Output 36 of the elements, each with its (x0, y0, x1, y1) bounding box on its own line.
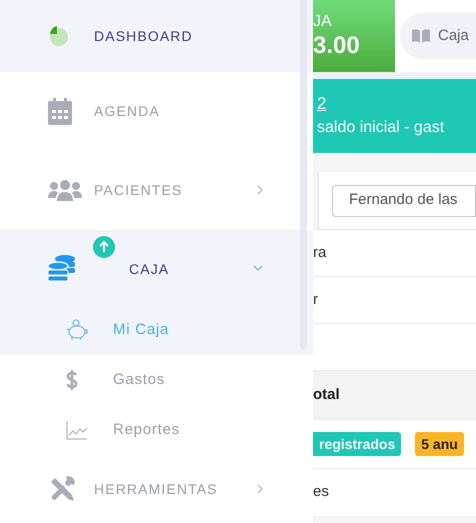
banner-text: saldo inicial - gast (317, 118, 446, 138)
sidebar-label: CAJA (129, 260, 170, 279)
sidebar-item[interactable]: PACIENTES (0, 150, 313, 230)
card-title: JA (313, 12, 333, 32)
piggy-bank-icon (66, 319, 88, 341)
submenu-item[interactable]: Gastos (0, 355, 313, 405)
table-cell-text: es (313, 482, 329, 502)
table-header: otal (313, 384, 340, 405)
card-value: 3.00 (313, 32, 361, 60)
sidebar-label: HERRAMIENTAS (94, 480, 218, 498)
calendar-icon (48, 98, 72, 124)
line-chart-icon (66, 420, 88, 440)
sidebar-item[interactable]: HERRAMIENTAS (0, 455, 313, 523)
table-cell-text: r (313, 290, 318, 310)
sidebar-item[interactable]: DASHBOARD (0, 0, 313, 72)
status-badge: registrados (313, 432, 402, 456)
status-badge: 5 anu (415, 432, 464, 456)
table-cell-text: ra (313, 242, 326, 263)
dollar-icon (66, 369, 78, 391)
banner-link[interactable]: 2 (317, 92, 476, 116)
sidebar-label: DASHBOARD (94, 26, 193, 46)
submenu-label: Mi Caja (113, 320, 170, 340)
caja-button[interactable]: Caja (400, 13, 476, 59)
sidebar-label: PACIENTES (94, 180, 182, 200)
book-icon (412, 29, 430, 43)
search-field[interactable]: Fernando de las (332, 184, 476, 216)
submenu-item[interactable]: Reportes (0, 405, 313, 455)
scrollbar-thumb[interactable] (300, 0, 307, 350)
coins-icon (48, 254, 76, 282)
sidebar-label: AGENDA (94, 102, 160, 120)
users-icon (48, 179, 82, 201)
sidebar-item[interactable]: AGENDA (0, 72, 313, 150)
submenu-item[interactable]: Mi Caja (0, 305, 313, 355)
submenu-label: Reportes (113, 420, 180, 440)
submenu-label: Gastos (113, 370, 166, 390)
pie-chart-icon (48, 25, 70, 47)
